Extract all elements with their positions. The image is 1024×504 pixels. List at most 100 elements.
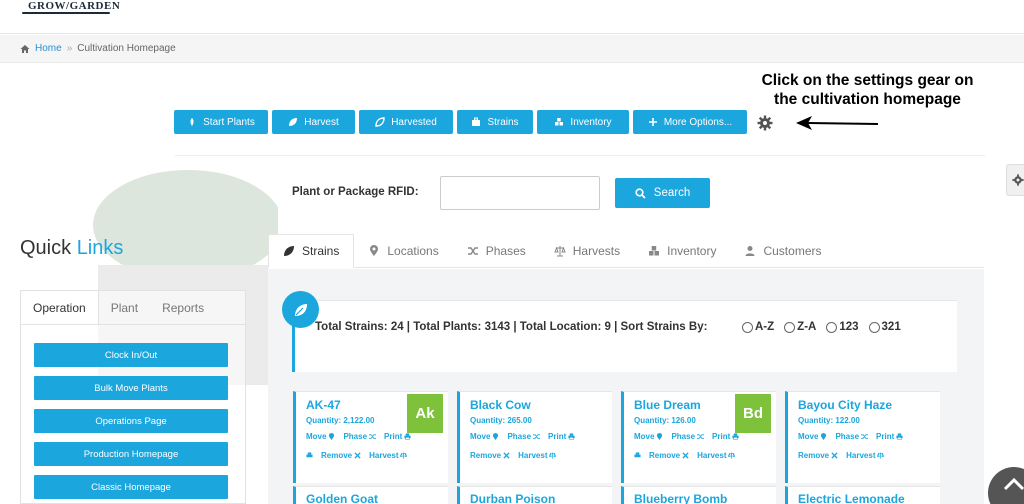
tab-phases-label: Phases [485, 244, 526, 258]
phase-label: Phase [343, 432, 368, 441]
strain-card[interactable]: Bayou City Haze Quantity: 122.00 Move Ph… [785, 391, 940, 483]
strain-name[interactable]: Blue Dream [634, 398, 701, 412]
quick-links-buttons: Clock In/Out Bulk Move Plants Operations… [21, 325, 245, 499]
leaf-outline-icon [375, 117, 385, 127]
production-homepage-button[interactable]: Production Homepage [34, 442, 228, 466]
tab-strains[interactable]: Strains [268, 234, 355, 268]
close-icon [354, 452, 361, 459]
print-small-action[interactable] [306, 451, 313, 460]
card-actions-row-2: Remove Harvest [306, 451, 408, 460]
tab-harvests-label: Harvests [572, 244, 621, 258]
tab-customers[interactable]: Customers [730, 234, 835, 268]
strain-quantity: Quantity: 265.00 [470, 416, 532, 425]
move-action[interactable]: Move [798, 432, 827, 441]
strain-name[interactable]: Blueberry Bomb [634, 492, 727, 504]
strains-label: Strains [487, 116, 519, 128]
strain-card[interactable]: Blue Dream Quantity: 126.00 Bd Move Phas… [621, 391, 776, 483]
breadcrumb-home-link[interactable]: Home [35, 43, 62, 54]
rfid-search-input[interactable] [440, 176, 600, 210]
remove-action[interactable]: Remove [649, 451, 689, 460]
quick-links-tabs: Operation Plant Reports [21, 291, 245, 325]
harvest-action[interactable]: Harvest [697, 451, 736, 460]
strain-card[interactable]: AK-47 Quantity: 2,122.00 Ak Move Phase P… [293, 391, 448, 483]
phase-action[interactable]: Phase [671, 432, 705, 441]
remove-label: Remove [321, 451, 353, 460]
strain-quantity: Quantity: 126.00 [634, 416, 696, 425]
scroll-to-top-button[interactable] [988, 467, 1024, 504]
move-action[interactable]: Move [470, 432, 499, 441]
move-label: Move [798, 432, 819, 441]
sort-option-a-z[interactable]: A-Z [742, 321, 774, 333]
ql-tab-plant[interactable]: Plant [99, 291, 150, 324]
strain-card[interactable]: Electric Lemonade [785, 486, 940, 504]
move-action[interactable]: Move [306, 432, 335, 441]
harvest-action[interactable]: Harvest [846, 451, 885, 460]
tab-inventory[interactable]: Inventory [634, 234, 730, 268]
top-bar: GROW/GARDEN [0, 0, 1024, 34]
strain-card[interactable]: Blueberry Bomb [621, 486, 776, 504]
gear-icon[interactable] [757, 115, 773, 131]
strain-name[interactable]: Golden Goat [306, 492, 378, 504]
print-small-action[interactable] [634, 451, 641, 460]
harvest-action[interactable]: Harvest [518, 451, 557, 460]
strain-card[interactable]: Golden Goat [293, 486, 448, 504]
strain-name[interactable]: Bayou City Haze [798, 398, 892, 412]
ql-tab-reports[interactable]: Reports [150, 291, 216, 324]
radio-icon[interactable] [784, 321, 796, 333]
strain-quantity: Quantity: 122.00 [798, 416, 860, 425]
search-button[interactable]: Search [615, 178, 710, 208]
inventory-button[interactable]: Inventory [537, 110, 629, 134]
print-action[interactable]: Print [384, 432, 411, 441]
ql-tab-operation[interactable]: Operation [21, 291, 99, 324]
phase-action[interactable]: Phase [835, 432, 869, 441]
remove-action[interactable]: Remove [470, 451, 510, 460]
map-marker-icon [657, 433, 663, 440]
radio-icon[interactable] [868, 321, 880, 333]
map-marker-icon [370, 245, 379, 256]
home-icon [20, 44, 30, 53]
print-action[interactable]: Print [548, 432, 575, 441]
strain-name[interactable]: Electric Lemonade [798, 492, 905, 504]
logo[interactable]: GROW/GARDEN [28, 0, 120, 12]
sort-options: A-Z Z-A 123 321 [742, 321, 901, 333]
side-settings-tab[interactable] [1006, 164, 1024, 196]
quick-links-title-part-1: Quick [20, 237, 77, 259]
radio-icon[interactable] [742, 321, 753, 333]
harvest-action[interactable]: Harvest [369, 451, 408, 460]
remove-action[interactable]: Remove [321, 451, 361, 460]
strain-card[interactable]: Black Cow Quantity: 265.00 Move Phase Pr… [457, 391, 612, 483]
print-action[interactable]: Print [876, 432, 903, 441]
print-label: Print [712, 432, 731, 441]
strain-name[interactable]: Durban Poison [470, 492, 555, 504]
sort-option-321[interactable]: 321 [868, 321, 901, 333]
start-plants-label: Start Plants [203, 116, 255, 128]
move-action[interactable]: Move [634, 432, 663, 441]
tab-harvests[interactable]: Harvests [540, 234, 634, 268]
bulk-move-plants-button[interactable]: Bulk Move Plants [34, 376, 228, 400]
harvested-button[interactable]: Harvested [359, 110, 453, 134]
harvest-button[interactable]: Harvest [272, 110, 355, 134]
classic-homepage-button[interactable]: Classic Homepage [34, 475, 228, 499]
more-options-button[interactable]: More Options... [633, 110, 747, 134]
strain-quantity: Quantity: 2,122.00 [306, 416, 375, 425]
operations-page-button[interactable]: Operations Page [34, 409, 228, 433]
search-button-label: Search [653, 187, 691, 199]
strains-button[interactable]: Strains [457, 110, 533, 134]
phase-action[interactable]: Phase [507, 432, 541, 441]
strain-name[interactable]: AK-47 [306, 398, 341, 412]
cubes-icon [649, 246, 660, 256]
sort-option-z-a[interactable]: Z-A [784, 321, 816, 333]
leaf-icon [284, 246, 294, 256]
tab-customers-label: Customers [763, 244, 822, 258]
sort-option-123[interactable]: 123 [826, 321, 859, 333]
strain-card[interactable]: Durban Poison [457, 486, 612, 504]
clock-in-out-button[interactable]: Clock In/Out [34, 343, 228, 367]
remove-action[interactable]: Remove [798, 451, 838, 460]
tab-locations[interactable]: Locations [354, 234, 452, 268]
radio-icon[interactable] [826, 321, 838, 333]
phase-action[interactable]: Phase [343, 432, 377, 441]
tab-phases[interactable]: Phases [453, 234, 540, 268]
strain-name[interactable]: Black Cow [470, 398, 531, 412]
print-action[interactable]: Print [712, 432, 739, 441]
start-plants-button[interactable]: Start Plants [174, 110, 268, 134]
